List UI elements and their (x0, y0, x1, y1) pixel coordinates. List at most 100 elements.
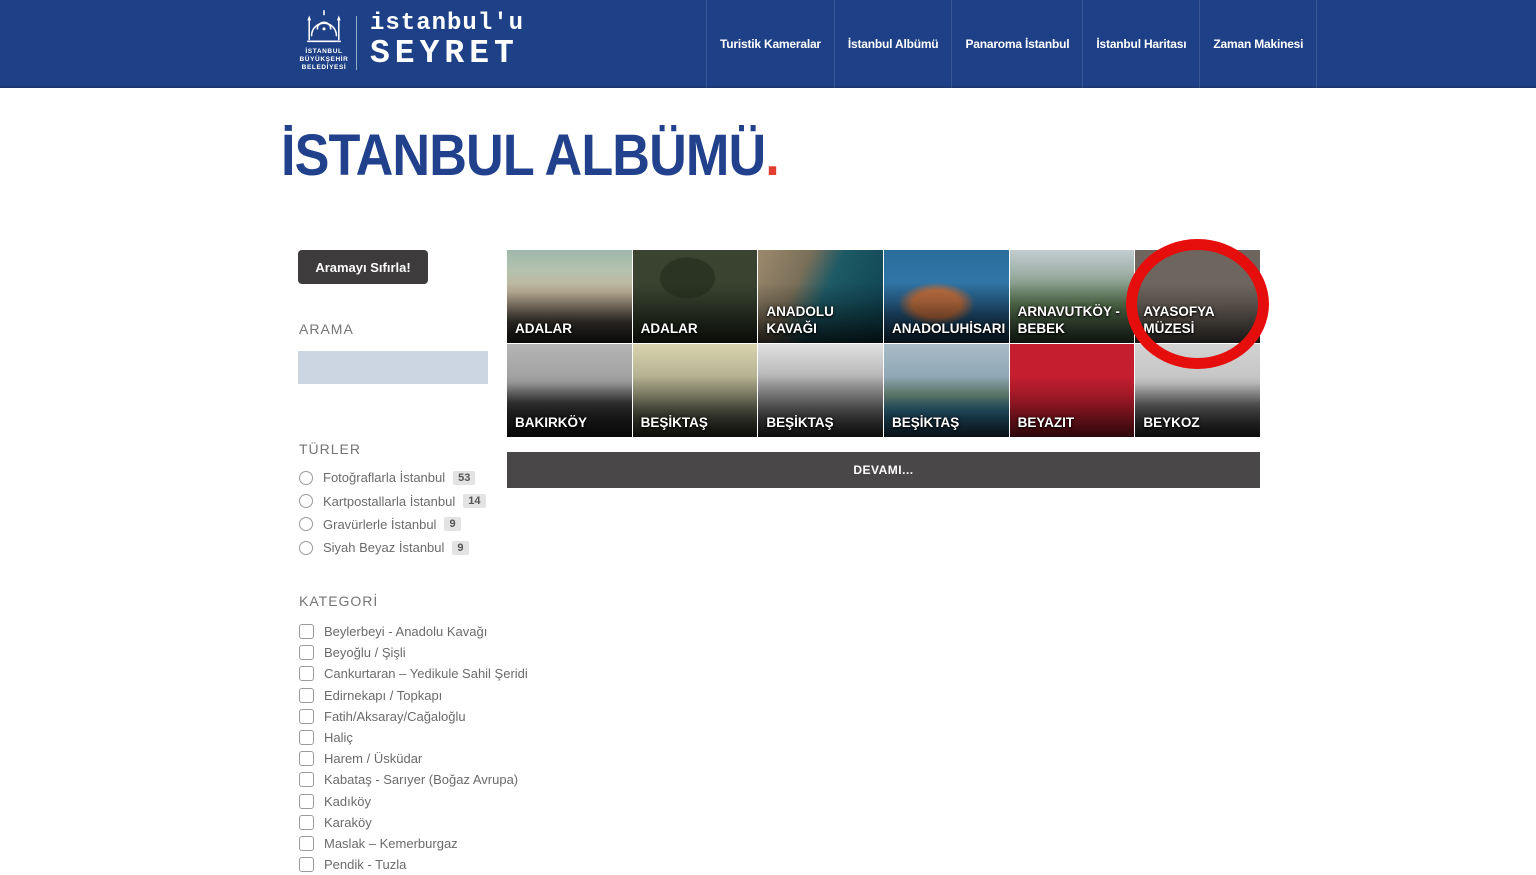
site-brand[interactable]: istanbul'u SEYRET (370, 10, 524, 72)
album-tile-bakirkoy[interactable]: BAKIRKÖY (507, 344, 632, 437)
radio-icon[interactable] (299, 494, 313, 508)
album-tile-label: ADALAR (515, 320, 628, 338)
search-input[interactable] (298, 351, 488, 384)
category-label: Karaköy (324, 815, 372, 830)
categories-list: Beylerbeyi - Anadolu Kavağı Beyoğlu / Şi… (299, 621, 519, 875)
category-label: Kabataş - Sarıyer (Boğaz Avrupa) (324, 772, 518, 787)
radio-icon[interactable] (299, 517, 313, 531)
checkbox-icon[interactable] (299, 624, 314, 639)
type-label: Fotoğraflarla İstanbul (323, 470, 445, 485)
category-option-maslak[interactable]: Maslak – Kemerburgaz (299, 833, 519, 854)
checkbox-icon[interactable] (299, 836, 314, 851)
brand-line1: istanbul'u (370, 10, 524, 37)
type-option-siyah-beyaz[interactable]: Siyah Beyaz İstanbul 9 (299, 536, 509, 559)
album-tile-adalar-1[interactable]: ADALAR (507, 250, 632, 343)
category-option-kabatas[interactable]: Kabataş - Sarıyer (Boğaz Avrupa) (299, 769, 519, 790)
checkbox-icon[interactable] (299, 709, 314, 724)
type-option-fotograflarla[interactable]: Fotoğraflarla İstanbul 53 (299, 466, 509, 489)
count-badge: 14 (463, 494, 485, 508)
album-tile-label: BAKIRKÖY (515, 414, 628, 432)
category-label: Fatih/Aksaray/Cağaloğlu (324, 709, 466, 724)
categories-heading: KATEGORİ (299, 593, 378, 609)
type-option-gravurlerle[interactable]: Gravürlerle İstanbul 9 (299, 513, 509, 536)
album-tile-besiktas-3[interactable]: BEŞİKTAŞ (884, 344, 1009, 437)
album-tile-label: BEYAZIT (1018, 414, 1131, 432)
checkbox-icon[interactable] (299, 815, 314, 830)
category-label: Maslak – Kemerburgaz (324, 836, 458, 851)
category-label: Cankurtaran – Yedikule Sahil Şeridi (324, 666, 528, 681)
checkbox-icon[interactable] (299, 645, 314, 660)
album-tile-beyazit[interactable]: BEYAZIT (1010, 344, 1135, 437)
album-tile-besiktas-2[interactable]: BEŞİKTAŞ (758, 344, 883, 437)
category-option-kadikoy[interactable]: Kadıköy (299, 791, 519, 812)
type-label: Gravürlerle İstanbul (323, 517, 436, 532)
nav-item-istanbul-albumu[interactable]: İstanbul Albümü (834, 0, 952, 88)
category-label: Beylerbeyi - Anadolu Kavağı (324, 624, 487, 639)
album-tile-label: ARNAVUTKÖY - BEBEK (1018, 303, 1131, 338)
search-heading: ARAMA (299, 321, 354, 337)
types-heading: TÜRLER (299, 441, 361, 457)
album-tile-anadolu-kavagi[interactable]: ANADOLU KAVAĞI (758, 250, 883, 343)
category-option-fatih[interactable]: Fatih/Aksaray/Cağaloğlu (299, 706, 519, 727)
checkbox-icon[interactable] (299, 857, 314, 872)
category-option-beylerbeyi[interactable]: Beylerbeyi - Anadolu Kavağı (299, 621, 519, 642)
title-period: . (765, 123, 779, 188)
checkbox-icon[interactable] (299, 666, 314, 681)
reset-search-button[interactable]: Aramayı Sıfırla! (298, 250, 428, 284)
main-nav: Turistik Kameralar İstanbul Albümü Panar… (706, 0, 1317, 88)
nav-item-istanbul-haritasi[interactable]: İstanbul Haritası (1082, 0, 1199, 88)
checkbox-icon[interactable] (299, 730, 314, 745)
type-label: Siyah Beyaz İstanbul (323, 540, 444, 555)
checkbox-icon[interactable] (299, 794, 314, 809)
nav-item-zaman-makinesi[interactable]: Zaman Makinesi (1199, 0, 1317, 88)
album-tile-ayasofya-muzesi[interactable]: AYASOFYA MÜZESİ (1135, 250, 1260, 343)
album-tile-label: ANADOLUHİSARI (892, 320, 1005, 338)
type-label: Kartpostallarla İstanbul (323, 494, 455, 509)
album-grid: ADALAR ADALAR ANADOLU KAVAĞI ANADOLUHİSA… (507, 250, 1260, 437)
category-option-pendik[interactable]: Pendik - Tuzla (299, 854, 519, 875)
checkbox-icon[interactable] (299, 751, 314, 766)
album-tile-label: BEŞİKTAŞ (641, 414, 754, 432)
count-badge: 53 (453, 471, 475, 485)
album-tile-label: ANADOLU KAVAĞI (766, 303, 879, 338)
category-label: Haliç (324, 730, 353, 745)
type-option-kartpostallarla[interactable]: Kartpostallarla İstanbul 14 (299, 489, 509, 512)
category-option-halic[interactable]: Haliç (299, 727, 519, 748)
checkbox-icon[interactable] (299, 772, 314, 787)
ibb-org-name: İSTANBUL BÜYÜKŞEHİR BELEDİYESİ (300, 48, 349, 72)
nav-item-panaroma-istanbul[interactable]: Panaroma İstanbul (951, 0, 1082, 88)
radio-icon[interactable] (299, 471, 313, 485)
top-navbar: İSTANBUL BÜYÜKŞEHİR BELEDİYESİ istanbul'… (0, 0, 1536, 88)
page-title: İSTANBUL ALBÜMÜ. (281, 124, 779, 188)
checkbox-icon[interactable] (299, 688, 314, 703)
page-root: İSTANBUL BÜYÜKŞEHİR BELEDİYESİ istanbul'… (0, 0, 1536, 875)
album-tile-label: BEŞİKTAŞ (766, 414, 879, 432)
types-list: Fotoğraflarla İstanbul 53 Kartpostallarl… (299, 466, 509, 560)
album-tile-label: BEYKOZ (1143, 414, 1256, 432)
category-option-karakoy[interactable]: Karaköy (299, 812, 519, 833)
logo-divider (356, 16, 357, 70)
brand-line2: SEYRET (370, 35, 524, 72)
album-tile-anadoluhisari[interactable]: ANADOLUHİSARI (884, 250, 1009, 343)
category-label: Beyoğlu / Şişli (324, 645, 406, 660)
category-label: Kadıköy (324, 794, 371, 809)
category-option-cankurtaran[interactable]: Cankurtaran – Yedikule Sahil Şeridi (299, 663, 519, 684)
ibb-logo[interactable]: İSTANBUL BÜYÜKŞEHİR BELEDİYESİ (292, 6, 356, 84)
album-tile-arnavutkoy-bebek[interactable]: ARNAVUTKÖY - BEBEK (1010, 250, 1135, 343)
count-badge: 9 (452, 541, 468, 555)
album-tile-besiktas-1[interactable]: BEŞİKTAŞ (633, 344, 758, 437)
radio-icon[interactable] (299, 541, 313, 555)
category-option-harem[interactable]: Harem / Üsküdar (299, 748, 519, 769)
nav-item-turistik-kameralar[interactable]: Turistik Kameralar (706, 0, 834, 88)
ibb-mosque-icon (303, 6, 345, 48)
album-tile-beykoz[interactable]: BEYKOZ (1135, 344, 1260, 437)
category-label: Harem / Üsküdar (324, 751, 422, 766)
album-tile-label: BEŞİKTAŞ (892, 414, 1005, 432)
category-label: Pendik - Tuzla (324, 857, 406, 872)
album-tile-adalar-2[interactable]: ADALAR (633, 250, 758, 343)
category-option-beyoglu[interactable]: Beyoğlu / Şişli (299, 642, 519, 663)
album-tile-label: ADALAR (641, 320, 754, 338)
album-tile-label: AYASOFYA MÜZESİ (1143, 303, 1256, 338)
load-more-button[interactable]: DEVAMI... (507, 452, 1260, 488)
category-option-edirnekapi[interactable]: Edirnekapı / Topkapı (299, 685, 519, 706)
